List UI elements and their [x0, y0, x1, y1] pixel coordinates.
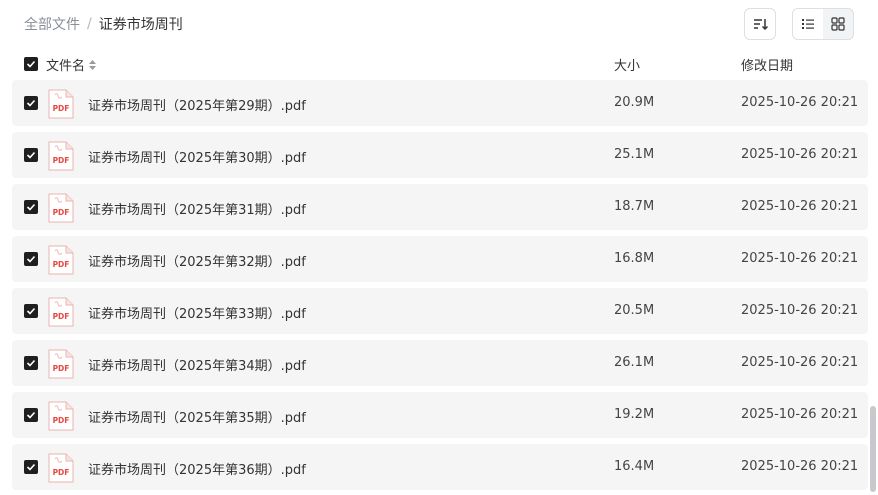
sort-button[interactable] — [744, 8, 776, 40]
file-size: 20.9M — [614, 95, 655, 110]
svg-text:PDF: PDF — [53, 208, 70, 217]
column-header-name[interactable]: 文件名 — [46, 55, 97, 74]
row-checkbox[interactable] — [24, 304, 38, 318]
row-checkbox[interactable] — [24, 460, 38, 474]
checkmark-icon — [26, 307, 36, 315]
file-row[interactable]: PDF 证券市场周刊（2025年第36期）.pdf 16.4M 2025-10-… — [12, 444, 868, 490]
column-header-size[interactable]: 大小 — [614, 55, 640, 74]
column-header-modified[interactable]: 修改日期 — [741, 55, 793, 74]
file-row[interactable]: PDF 证券市场周刊（2025年第31期）.pdf 18.7M 2025-10-… — [12, 184, 868, 230]
file-size: 19.2M — [614, 407, 655, 422]
top-bar: 全部文件 / 证券市场周刊 — [0, 0, 878, 48]
file-size: 16.4M — [614, 459, 655, 474]
svg-text:PDF: PDF — [53, 364, 70, 373]
file-modified-date: 2025-10-26 20:21 — [741, 95, 859, 110]
file-modified-date: 2025-10-26 20:21 — [741, 303, 859, 318]
file-row[interactable]: PDF 证券市场周刊（2025年第33期）.pdf 20.5M 2025-10-… — [12, 288, 868, 334]
checkmark-icon — [26, 463, 36, 471]
svg-text:PDF: PDF — [53, 468, 70, 477]
file-size: 26.1M — [614, 355, 655, 370]
list-view-button[interactable] — [793, 9, 823, 39]
file-row[interactable]: PDF 证券市场周刊（2025年第34期）.pdf 26.1M 2025-10-… — [12, 340, 868, 386]
file-modified-date: 2025-10-26 20:21 — [741, 147, 859, 162]
sort-caret-icon — [89, 59, 97, 70]
checkmark-icon — [26, 203, 36, 211]
column-header-name-label: 文件名 — [46, 59, 86, 74]
file-name[interactable]: 证券市场周刊（2025年第31期）.pdf — [88, 199, 306, 218]
pdf-file-icon: PDF — [48, 141, 74, 171]
file-name[interactable]: 证券市场周刊（2025年第32期）.pdf — [88, 251, 306, 270]
svg-text:PDF: PDF — [53, 260, 70, 269]
file-name[interactable]: 证券市场周刊（2025年第30期）.pdf — [88, 147, 306, 166]
pdf-file-icon: PDF — [48, 193, 74, 223]
file-modified-date: 2025-10-26 20:21 — [741, 407, 859, 422]
svg-text:PDF: PDF — [53, 156, 70, 165]
sort-descending-icon — [754, 19, 768, 31]
checkmark-icon — [26, 255, 36, 263]
file-modified-date: 2025-10-26 20:21 — [741, 355, 859, 370]
pdf-file-icon: PDF — [48, 453, 74, 483]
row-checkbox[interactable] — [24, 200, 38, 214]
table-header: 文件名 大小 修改日期 — [12, 50, 868, 78]
breadcrumb: 全部文件 / 证券市场周刊 — [24, 14, 183, 34]
grid-view-button[interactable] — [823, 9, 853, 39]
grid-view-icon — [831, 17, 845, 31]
svg-text:PDF: PDF — [53, 104, 70, 113]
file-row[interactable]: PDF 证券市场周刊（2025年第29期）.pdf 20.9M 2025-10-… — [12, 80, 868, 126]
pdf-file-icon: PDF — [48, 89, 74, 119]
scrollbar-thumb[interactable] — [870, 406, 876, 492]
list-view-icon — [802, 19, 814, 29]
row-checkbox[interactable] — [24, 148, 38, 162]
checkmark-icon — [26, 60, 36, 68]
file-modified-date: 2025-10-26 20:21 — [741, 199, 859, 214]
file-size: 18.7M — [614, 199, 655, 214]
row-checkbox[interactable] — [24, 356, 38, 370]
file-modified-date: 2025-10-26 20:21 — [741, 459, 859, 474]
file-name[interactable]: 证券市场周刊（2025年第29期）.pdf — [88, 95, 306, 114]
select-all-checkbox[interactable] — [24, 57, 38, 71]
view-toggle — [792, 8, 854, 40]
svg-text:PDF: PDF — [53, 312, 70, 321]
pdf-file-icon: PDF — [48, 349, 74, 379]
breadcrumb-root-link[interactable]: 全部文件 — [24, 14, 80, 34]
breadcrumb-separator: / — [87, 16, 92, 32]
file-list: PDF 证券市场周刊（2025年第29期）.pdf 20.9M 2025-10-… — [12, 80, 868, 495]
pdf-file-icon: PDF — [48, 297, 74, 327]
file-size: 16.8M — [614, 251, 655, 266]
file-size: 25.1M — [614, 147, 655, 162]
pdf-file-icon: PDF — [48, 245, 74, 275]
row-checkbox[interactable] — [24, 96, 38, 110]
svg-text:PDF: PDF — [53, 416, 70, 425]
scrollbar[interactable] — [870, 80, 876, 492]
file-name[interactable]: 证券市场周刊（2025年第35期）.pdf — [88, 407, 306, 426]
file-name[interactable]: 证券市场周刊（2025年第33期）.pdf — [88, 303, 306, 322]
file-row[interactable]: PDF 证券市场周刊（2025年第32期）.pdf 16.8M 2025-10-… — [12, 236, 868, 282]
breadcrumb-current-folder: 证券市场周刊 — [98, 17, 183, 33]
checkmark-icon — [26, 151, 36, 159]
pdf-file-icon: PDF — [48, 401, 74, 431]
checkmark-icon — [26, 411, 36, 419]
checkmark-icon — [26, 359, 36, 367]
checkmark-icon — [26, 99, 36, 107]
file-name[interactable]: 证券市场周刊（2025年第34期）.pdf — [88, 355, 306, 374]
file-modified-date: 2025-10-26 20:21 — [741, 251, 859, 266]
file-name[interactable]: 证券市场周刊（2025年第36期）.pdf — [88, 459, 306, 478]
file-size: 20.5M — [614, 303, 655, 318]
row-checkbox[interactable] — [24, 252, 38, 266]
file-row[interactable]: PDF 证券市场周刊（2025年第30期）.pdf 25.1M 2025-10-… — [12, 132, 868, 178]
file-row[interactable]: PDF 证券市场周刊（2025年第35期）.pdf 19.2M 2025-10-… — [12, 392, 868, 438]
row-checkbox[interactable] — [24, 408, 38, 422]
